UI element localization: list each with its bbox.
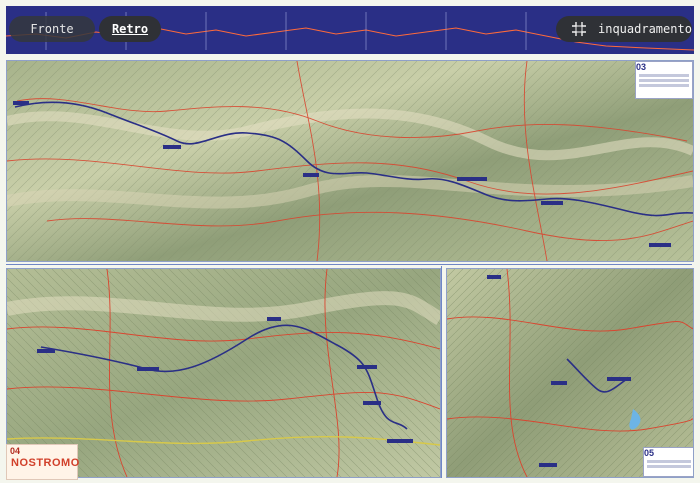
map-sheet: Fronte Retro inquadramento 03 05 04 NOST… [0,0,700,483]
map-terrain-05 [447,269,693,477]
legend-sheet-03: 03 [635,61,693,99]
framing-label: inquadramento [598,22,692,36]
map-terrain-03 [7,61,693,261]
framing-button[interactable]: inquadramento [556,16,692,42]
back-side-button[interactable]: Retro [99,16,161,42]
sheet-number-04: 04 [10,446,21,456]
sheet-divider-vertical [441,266,442,478]
brand-name: NOSTROMO [11,457,80,469]
sheet-number-05: 05 [644,448,655,458]
map-sheet-03[interactable]: 03 [6,60,694,262]
publisher-logo: 04 NOSTROMO [6,444,80,480]
back-side-label: Retro [111,22,149,36]
map-sheet-05[interactable]: 05 [446,268,694,478]
front-side-button[interactable]: Fronte [9,16,95,42]
crop-frame-icon [572,22,586,36]
legend-sheet-05: 05 [643,447,693,477]
sheet-number-03: 03 [636,62,647,72]
front-side-label: Fronte [30,22,74,36]
sheet-divider-horizontal [6,264,692,265]
